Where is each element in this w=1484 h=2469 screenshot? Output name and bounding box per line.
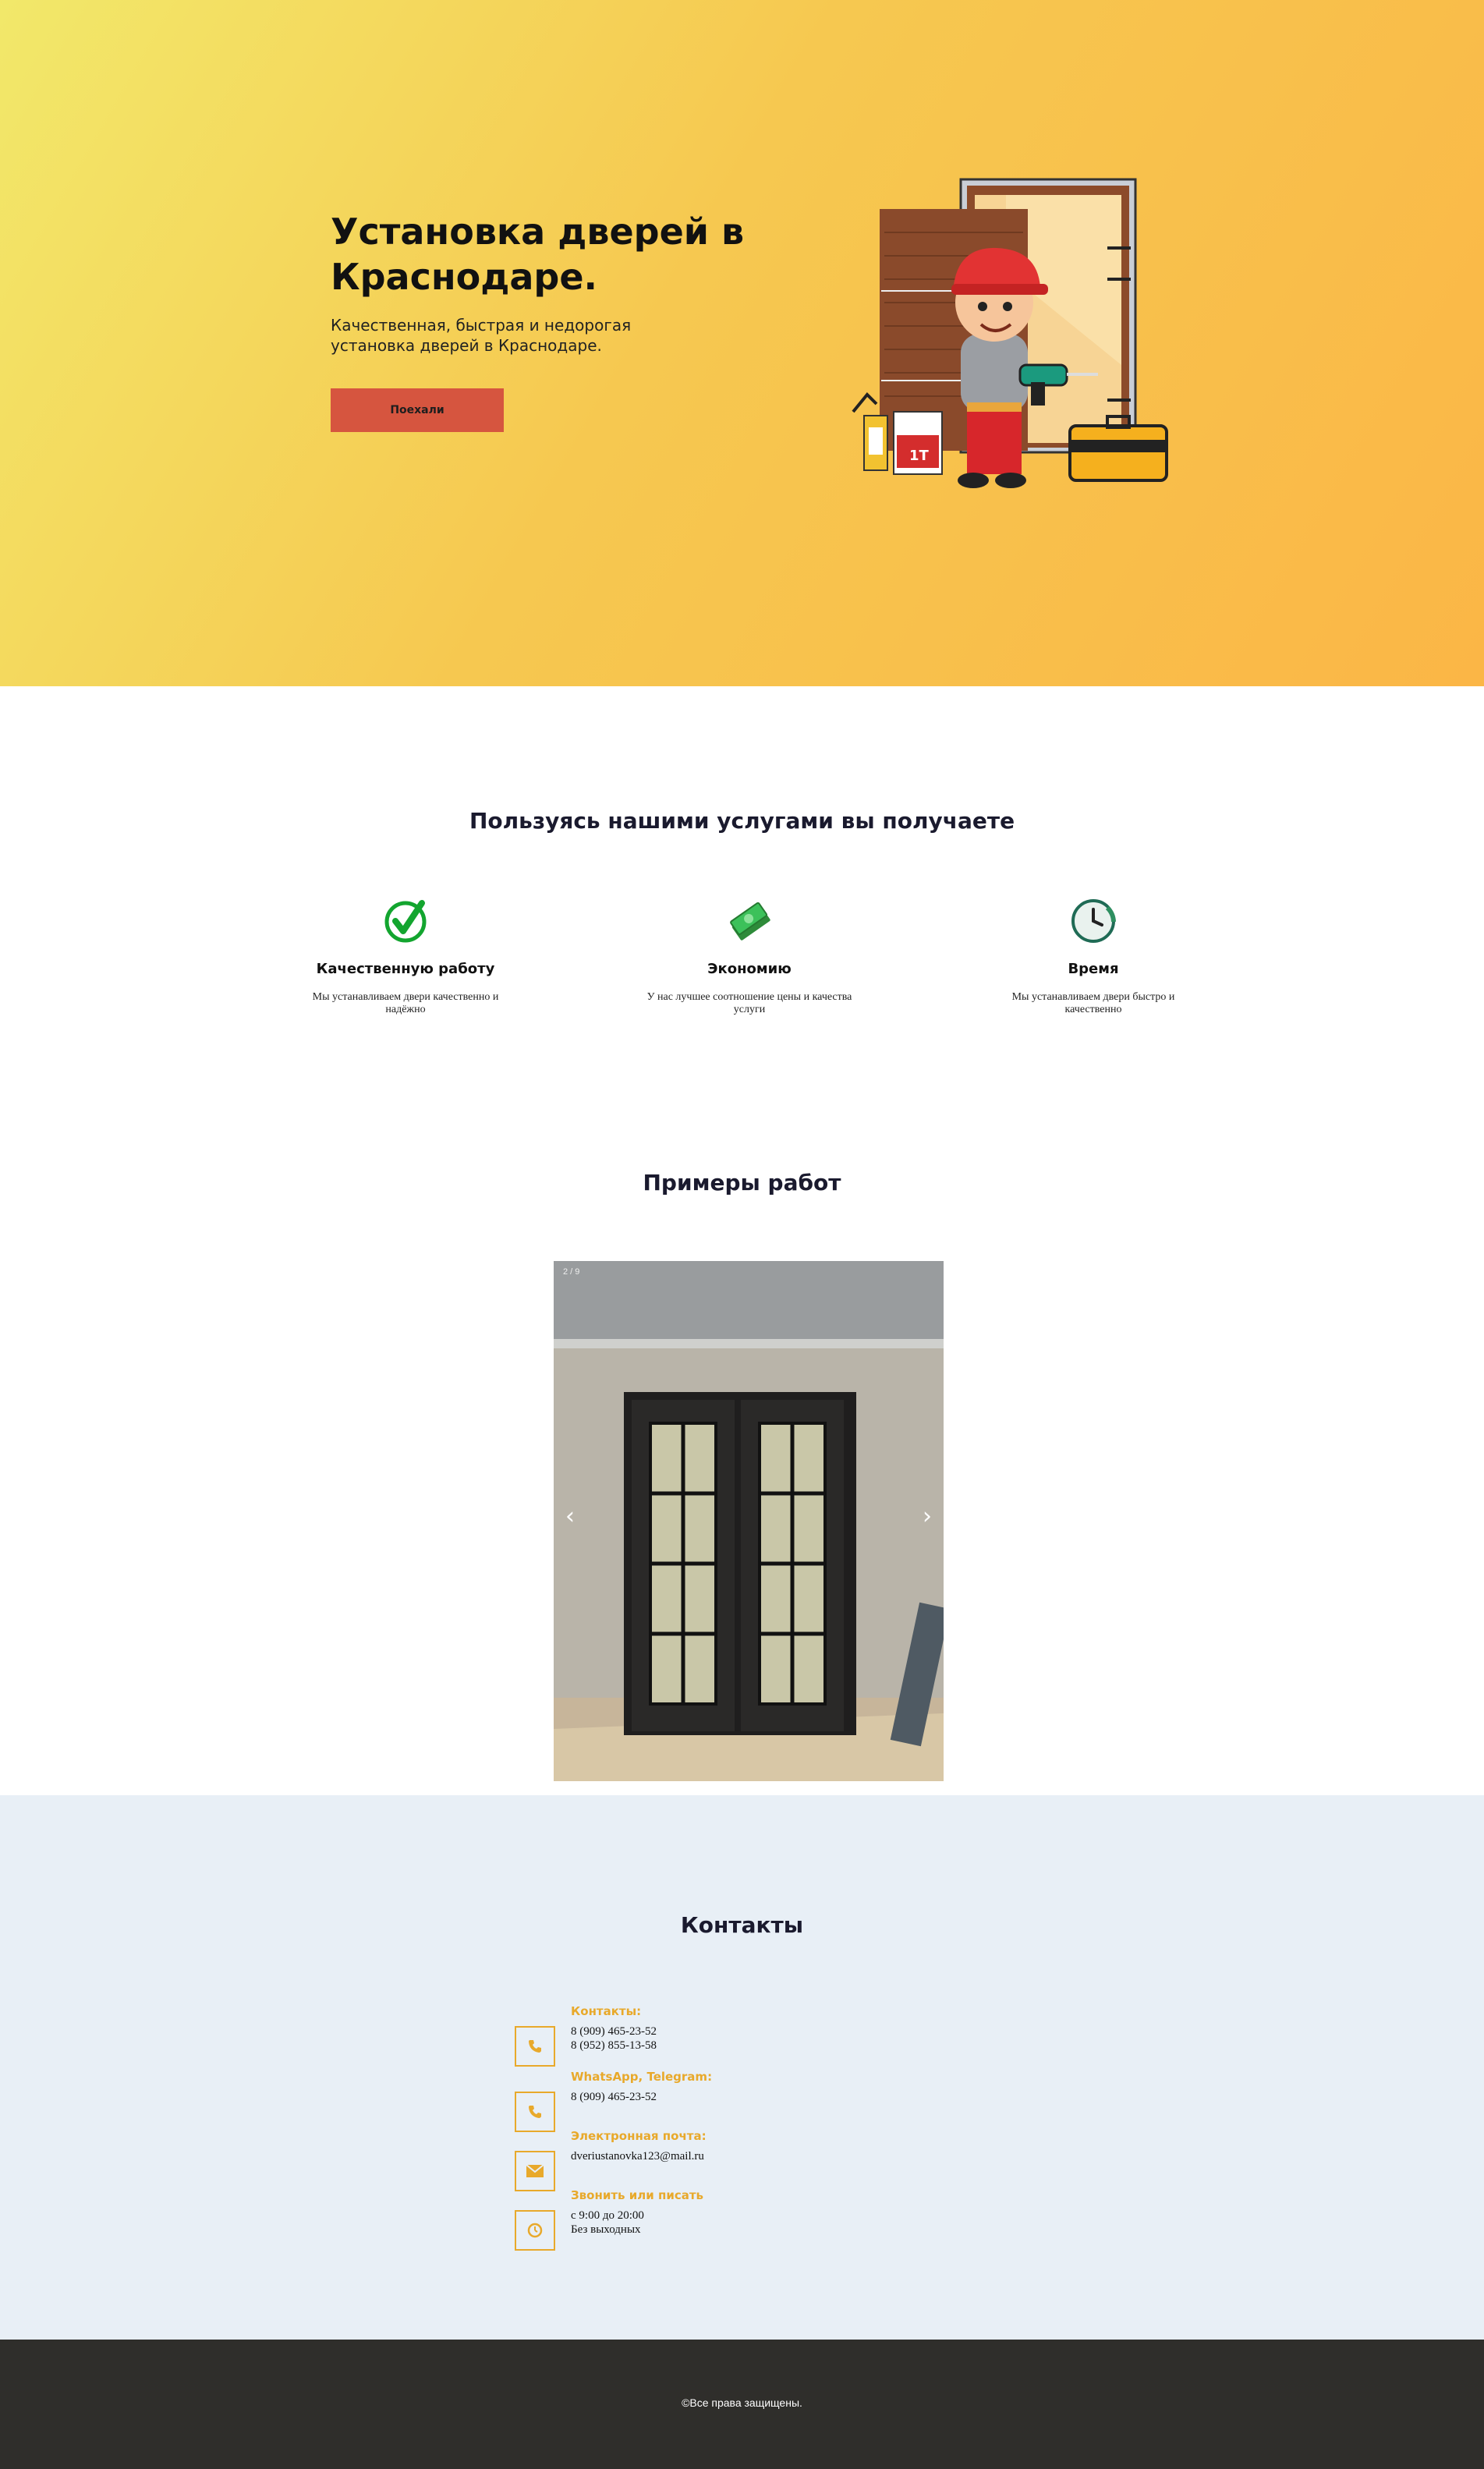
clock-icon	[515, 2210, 555, 2251]
benefits-heading: Пользуясь нашими услугами вы получаете	[469, 808, 1015, 834]
svg-text:1T: 1T	[909, 448, 930, 464]
footer: ©Все права защищены.	[0, 2340, 1484, 2469]
copyright-text: ©Все права защищены.	[682, 2396, 802, 2409]
benefit-economy: Экономию У нас лучшее соотношение цены и…	[632, 898, 866, 1016]
prev-slide-button[interactable]: ‹	[558, 1505, 582, 1529]
contact-phone-2[interactable]: 8 (952) 855-13-58	[571, 2039, 657, 2053]
contact-email-address[interactable]: dveriustanovka123@mail.ru	[571, 2149, 704, 2163]
checkmark-icon	[384, 900, 427, 943]
hero-subtitle: Качественная, быстрая и недорогая устано…	[331, 316, 632, 355]
door-photo	[554, 1261, 944, 1781]
contacts-section: Контакты Контакты: 8 (909) 465-23-52 8 (…	[0, 1795, 1484, 2340]
door-installer-illustration: 1T	[852, 178, 1168, 488]
contact-whatsapp-phone[interactable]: 8 (909) 465-23-52	[571, 2090, 657, 2104]
contact-label: Электронная почта:	[571, 2129, 707, 2143]
works-heading: Примеры работ	[643, 1170, 841, 1196]
benefit-quality: Качественную работу Мы устанавливаем две…	[289, 898, 522, 1016]
works-gallery-slider[interactable]: 2 / 9	[554, 1261, 944, 1781]
phone-icon	[515, 2092, 555, 2132]
benefit-title: Качественную работу	[316, 961, 495, 977]
contact-phone-1[interactable]: 8 (909) 465-23-52	[571, 2024, 657, 2039]
envelope-icon	[515, 2151, 555, 2191]
contact-label: Звонить или писать	[571, 2188, 704, 2202]
money-icon	[730, 902, 770, 940]
slide-counter: 2 / 9	[563, 1267, 580, 1277]
contact-label: Контакты:	[571, 2004, 642, 2018]
hero-section: Установка дверей в Краснодаре. Качествен…	[0, 0, 1484, 686]
contact-label: WhatsApp, Telegram:	[571, 2070, 713, 2084]
contact-hours-time: с 9:00 до 20:00	[571, 2209, 644, 2222]
benefit-title: Время	[1068, 961, 1119, 977]
contacts-heading: Контакты	[680, 1912, 804, 1938]
contact-hours-days: Без выходных	[571, 2223, 641, 2236]
start-button[interactable]: Поехали	[331, 388, 504, 432]
benefit-text: У нас лучшее соотношение цены и качества…	[646, 991, 852, 1015]
clock-icon	[1071, 899, 1116, 943]
hero-title: Установка дверей в Краснодаре.	[331, 211, 745, 298]
benefit-time: Время Мы устанавливаем двери быстро и ка…	[976, 898, 1210, 1016]
benefit-title: Экономию	[707, 961, 792, 977]
next-slide-button[interactable]: ›	[916, 1505, 939, 1529]
benefit-text: Мы устанавливаем двери быстро и качестве…	[1011, 991, 1175, 1015]
benefit-text: Мы устанавливаем двери качественно и над…	[312, 991, 499, 1015]
phone-icon	[515, 2026, 555, 2067]
